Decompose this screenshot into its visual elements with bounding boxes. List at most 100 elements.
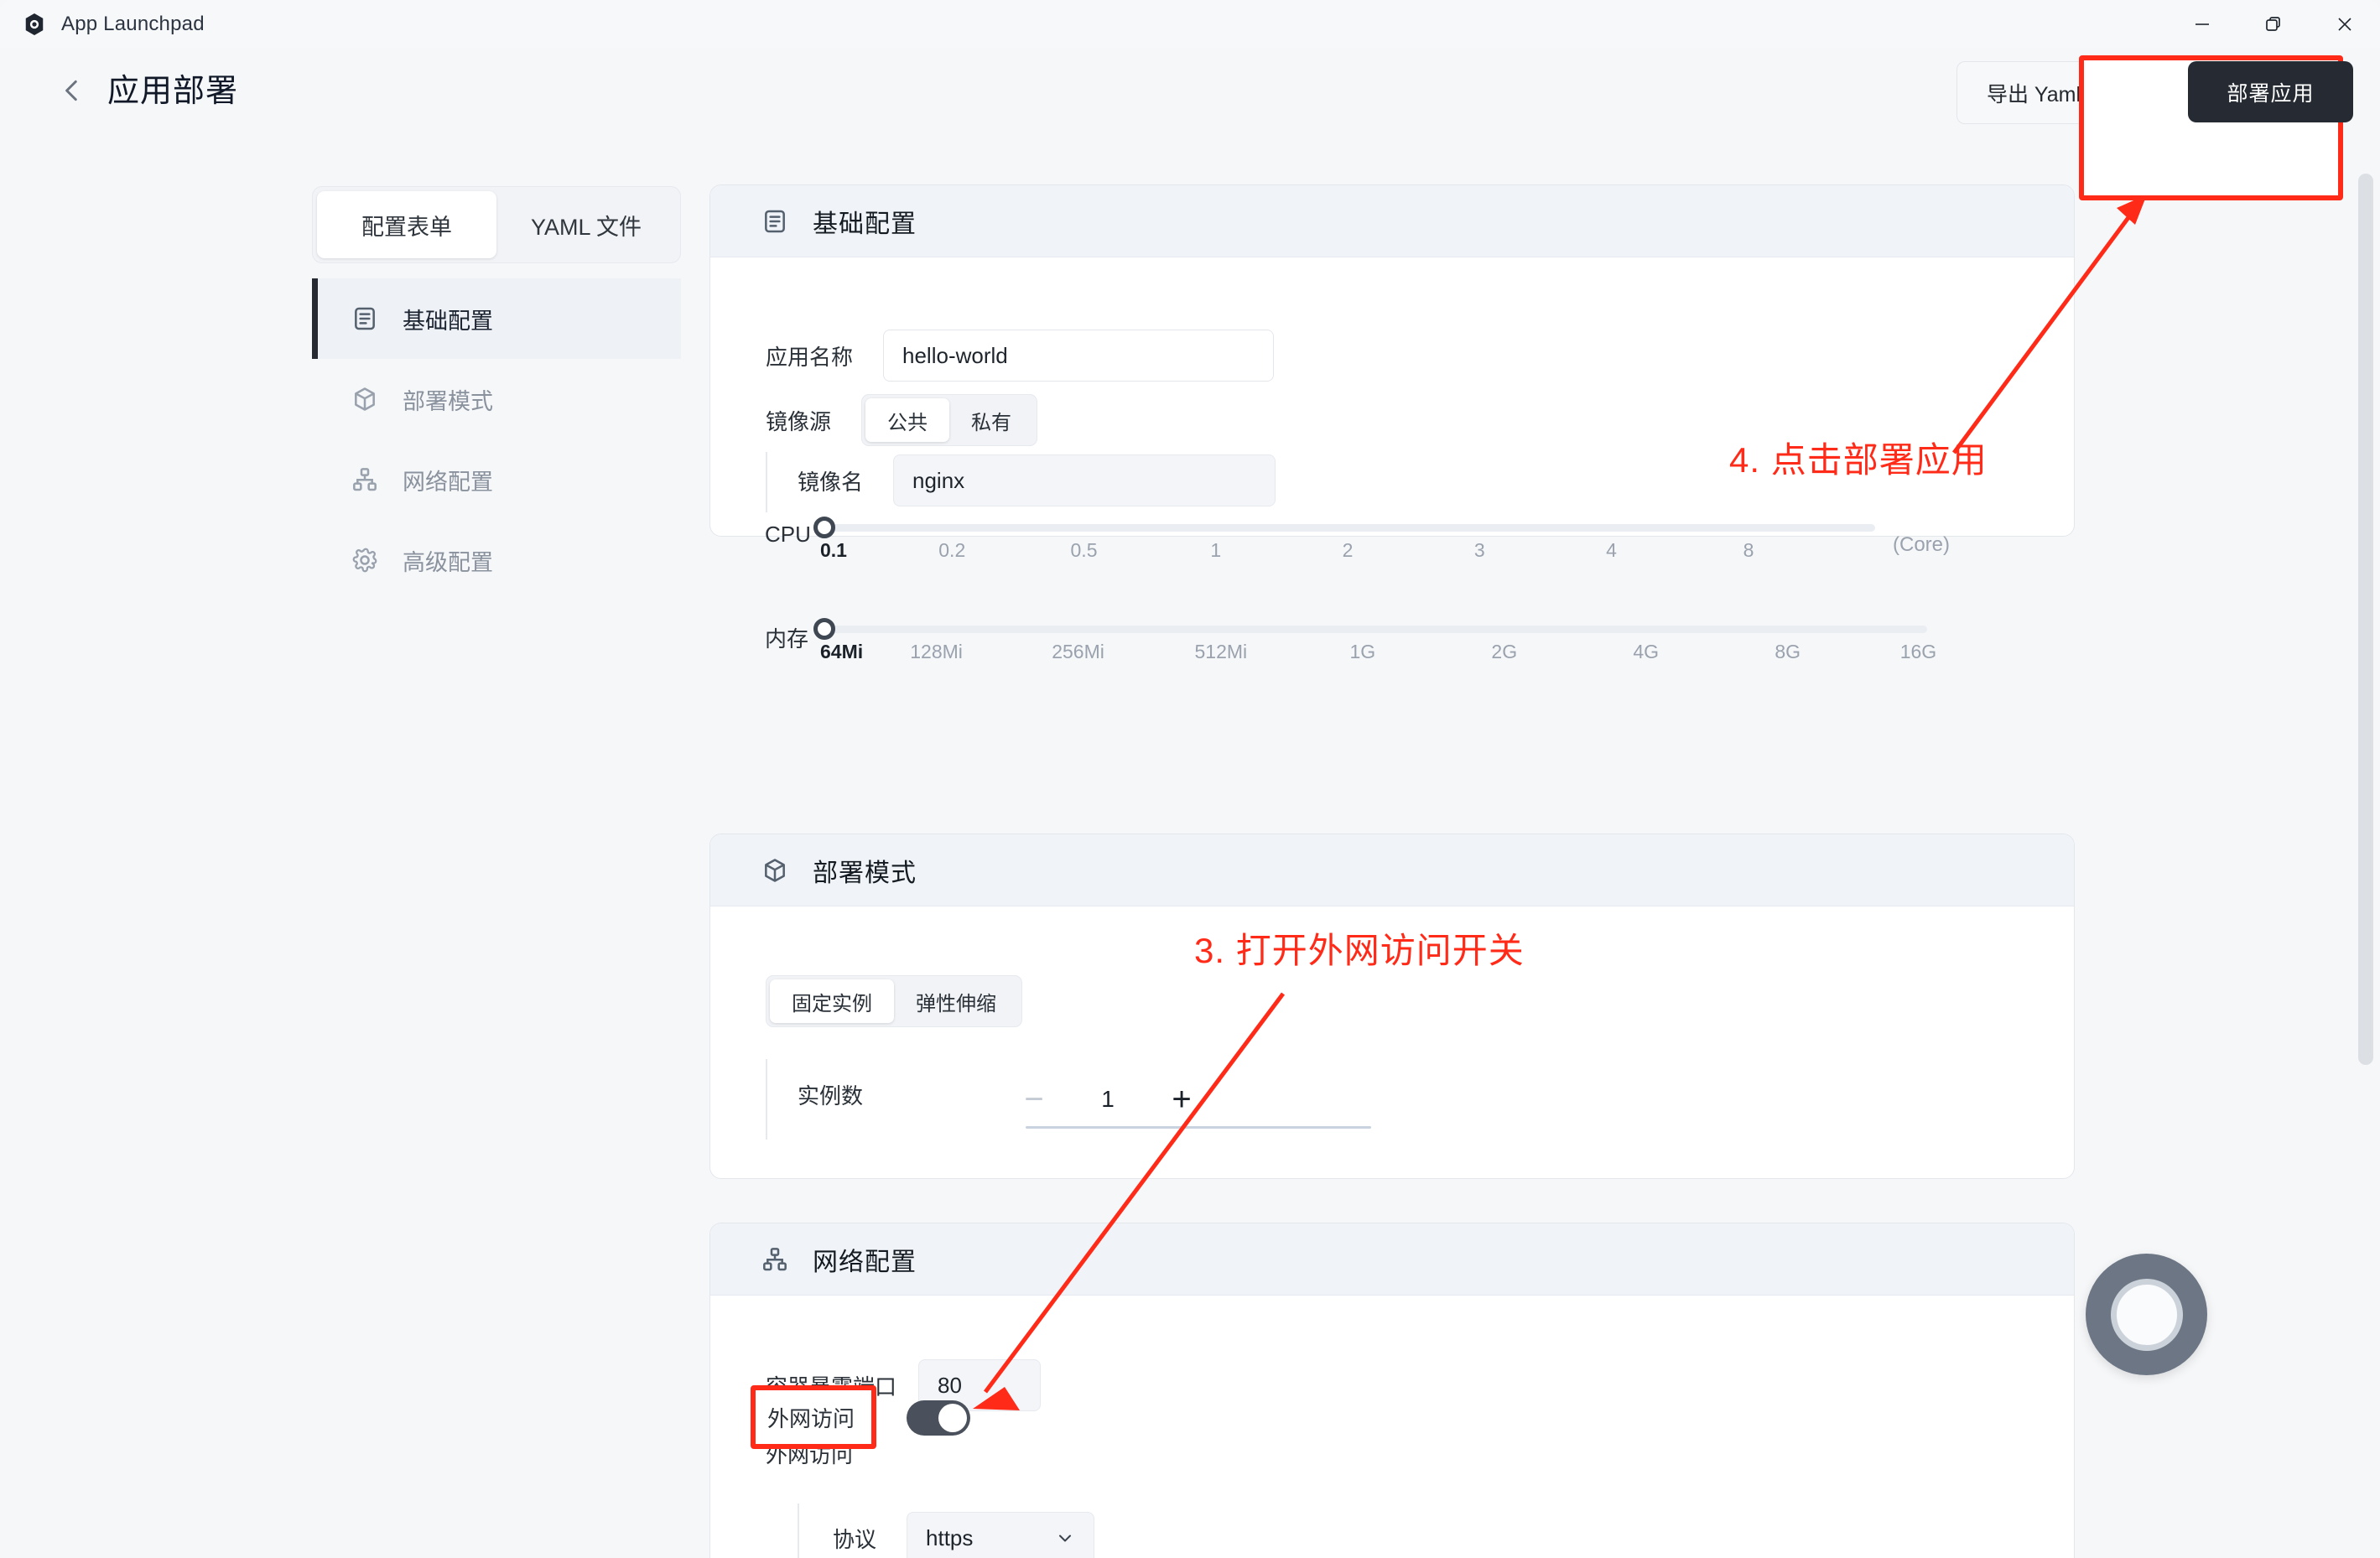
maximize-button[interactable] <box>2237 0 2309 48</box>
memory-tick: 64Mi <box>820 641 864 662</box>
sidebar-item-label: 部署模式 <box>403 388 493 414</box>
replicas-stepper: − 1 + <box>1011 1076 1205 1123</box>
public-access-toggle[interactable] <box>907 1400 970 1436</box>
network-config-header: 网络配置 <box>710 1223 2074 1296</box>
cpu-tick: 1 <box>1210 539 1222 561</box>
cpu-unit-label: (Core) <box>1893 533 1951 556</box>
replicas-divider <box>766 1059 767 1140</box>
cpu-tick: 0.2 <box>938 539 966 561</box>
memory-tick: 512Mi <box>1194 641 1248 662</box>
memory-tick: 4G <box>1633 641 1660 662</box>
memory-slider-track[interactable] <box>820 626 1927 633</box>
protocol-select[interactable]: https <box>907 1512 1095 1558</box>
app-name-label: 应用名称 <box>766 344 854 370</box>
basic-config-card: 基础配置 应用名称 hello-world 镜像源 公共 私有 镜像名 ngin… <box>709 184 2075 537</box>
deploy-mode-elastic[interactable]: 弹性伸缩 <box>894 979 1018 1023</box>
deploy-app-button-overlay[interactable]: 部署应用 <box>2188 61 2353 122</box>
deploy-mode-header: 部署模式 <box>710 834 2074 906</box>
protocol-row: 协议 https <box>833 1512 1095 1558</box>
cpu-label: CPU <box>765 522 811 547</box>
deploy-mode-title: 部署模式 <box>813 859 917 887</box>
cube-icon <box>761 856 789 885</box>
cpu-slider-handle[interactable] <box>813 517 835 538</box>
sidebar-item-network-config[interactable]: 网络配置 <box>312 439 681 520</box>
sidebar-item-deploy-mode[interactable]: 部署模式 <box>312 359 681 439</box>
deploy-mode-fixed[interactable]: 固定实例 <box>770 979 894 1023</box>
cpu-tick: 0.1 <box>820 539 847 561</box>
page-header: 应用部署 导出 Yaml 部署应用 <box>0 48 2380 135</box>
public-access-row: 外网访问 <box>766 1438 853 1469</box>
minimize-button[interactable] <box>2166 0 2237 48</box>
basic-config-title: 基础配置 <box>813 210 917 238</box>
cursor-indicator <box>2086 1254 2207 1375</box>
cpu-tick: 8 <box>1743 539 1754 561</box>
memory-tick: 2G <box>1491 641 1518 662</box>
app-name-input[interactable]: hello-world <box>883 330 1275 382</box>
cube-icon <box>351 385 379 413</box>
deploy-mode-toggle-group: 固定实例 弹性伸缩 <box>766 975 1022 1027</box>
deploy-mode-row: 固定实例 弹性伸缩 <box>766 975 1022 1027</box>
replicas-row: 实例数 <box>798 1079 863 1110</box>
replicas-increment-button[interactable]: + <box>1158 1076 1205 1123</box>
image-name-input[interactable]: nginx <box>893 454 1276 506</box>
image-source-private[interactable]: 私有 <box>949 398 1033 442</box>
network-config-title: 网络配置 <box>813 1248 917 1276</box>
close-button[interactable] <box>2309 0 2380 48</box>
sidebar-item-advanced-config[interactable]: 高级配置 <box>312 520 681 600</box>
nav-list: 基础配置 部署模式 网络配置 高级配置 <box>312 278 681 600</box>
cpu-tick: 2 <box>1342 539 1354 561</box>
export-yaml-button[interactable]: 导出 Yaml <box>1956 61 2111 124</box>
annotation-step-4: 4. 点击部署应用 <box>1729 440 1988 480</box>
network-config-card: 网络配置 容器暴露端口 80 外网访问 协议 https <box>709 1223 2075 1558</box>
chevron-left-icon <box>65 80 77 101</box>
public-access-label-overlay: 外网访问 <box>767 1406 855 1431</box>
container-port-label: 容器暴露端口 <box>766 1374 897 1400</box>
replicas-value[interactable]: 1 <box>1057 1086 1158 1113</box>
sidebar-item-label: 高级配置 <box>403 549 493 575</box>
deploy-mode-card: 部署模式 固定实例 弹性伸缩 实例数 − 1 + <box>709 834 2075 1179</box>
config-mode-tabs: 配置表单 YAML 文件 <box>312 186 681 263</box>
gem-icon <box>22 12 47 37</box>
sitemap-icon <box>761 1245 789 1274</box>
title-bar: App Launchpad <box>0 0 2380 48</box>
image-name-label: 镜像名 <box>798 469 864 495</box>
vertical-scrollbar[interactable] <box>2358 174 2373 1065</box>
memory-tick: 16G <box>1899 641 1937 662</box>
image-source-label: 镜像源 <box>766 408 832 434</box>
sidebar-item-label: 网络配置 <box>403 469 493 495</box>
back-button[interactable] <box>52 69 92 112</box>
image-name-row: 镜像名 nginx <box>798 454 1276 506</box>
document-list-icon <box>351 304 379 333</box>
sidebar-item-basic-config[interactable]: 基础配置 <box>312 278 681 359</box>
cursor-indicator-inner <box>2110 1278 2183 1351</box>
sidebar-item-label: 基础配置 <box>403 308 493 334</box>
page-title: 应用部署 <box>107 74 239 109</box>
cpu-slider-track[interactable] <box>820 524 1875 532</box>
image-source-public[interactable]: 公共 <box>865 398 950 442</box>
protocol-select-value: https <box>926 1524 974 1550</box>
basic-config-header: 基础配置 <box>710 185 2074 257</box>
protocol-divider <box>798 1503 799 1558</box>
app-window: App Launchpad 应用部署 导出 Yaml 部署应用 配置表单 YAM… <box>0 0 2380 1558</box>
protocol-label: 协议 <box>833 1526 877 1552</box>
annotation-step-3: 3. 打开外网访问开关 <box>1194 931 1525 970</box>
memory-tick: 8G <box>1775 641 1801 662</box>
replicas-label: 实例数 <box>798 1083 864 1109</box>
replicas-underline <box>1026 1126 1371 1129</box>
image-source-toggle-group: 公共 私有 <box>861 394 1038 446</box>
window-controls <box>2166 0 2380 48</box>
replicas-decrement-button[interactable]: − <box>1011 1076 1057 1123</box>
memory-label: 内存 <box>765 626 809 652</box>
document-list-icon <box>761 207 789 236</box>
sitemap-icon <box>351 465 379 494</box>
app-name-row: 应用名称 hello-world <box>766 330 1275 382</box>
chevron-down-icon <box>1059 1535 1072 1542</box>
memory-tick: 128Mi <box>910 641 963 662</box>
memory-slider-handle[interactable] <box>813 618 835 640</box>
tab-yaml-file[interactable]: YAML 文件 <box>496 191 676 258</box>
cpu-tick: 4 <box>1606 539 1617 561</box>
memory-tick: 1G <box>1349 641 1376 662</box>
memory-tick: 256Mi <box>1052 641 1104 662</box>
public-access-toggle-knob <box>938 1404 967 1432</box>
tab-config-form[interactable]: 配置表单 <box>317 191 496 258</box>
